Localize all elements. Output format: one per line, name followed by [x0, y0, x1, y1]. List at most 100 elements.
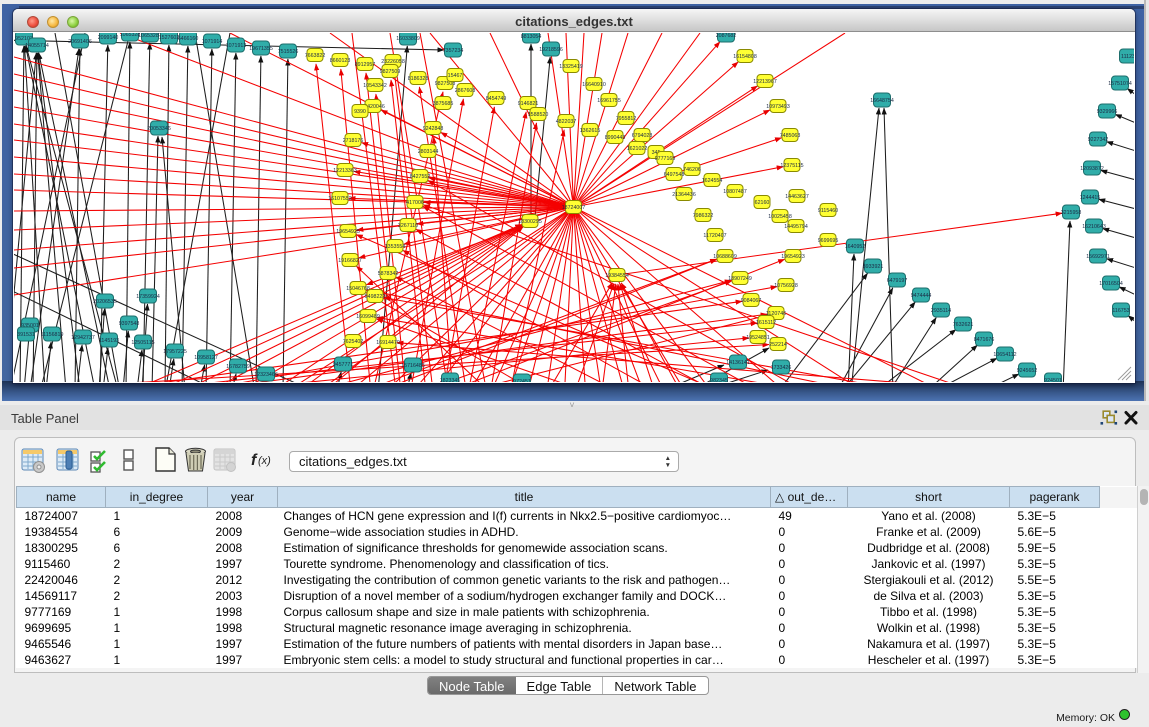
svg-text:16154808: 16154808 — [733, 54, 757, 60]
svg-text:16210643: 16210643 — [1082, 224, 1106, 230]
svg-text:7955812: 7955812 — [616, 116, 637, 122]
svg-text:16961755: 16961755 — [597, 98, 621, 104]
svg-text:6479197: 6479197 — [887, 278, 908, 284]
svg-text:f: f — [251, 452, 258, 469]
svg-text:7625402: 7625402 — [343, 339, 364, 345]
svg-text:9777169: 9777169 — [655, 156, 676, 162]
svg-text:972451: 972451 — [513, 379, 531, 382]
svg-text:15751074: 15751074 — [1108, 81, 1132, 87]
svg-text:1362615: 1362615 — [580, 128, 601, 134]
svg-text:10688609: 10688609 — [713, 254, 737, 260]
svg-text:8933921: 8933921 — [863, 264, 884, 270]
svg-text:417006: 417006 — [406, 200, 424, 206]
svg-text:9242848: 9242848 — [423, 126, 444, 132]
svg-text:16648754: 16648754 — [870, 98, 894, 104]
svg-text:1624554: 1624554 — [702, 178, 723, 184]
svg-text:12942737: 12942737 — [71, 335, 95, 341]
svg-text:6497548: 6497548 — [664, 172, 685, 178]
svg-text:924501: 924501 — [1044, 378, 1062, 382]
svg-text:9390: 9390 — [354, 109, 366, 115]
svg-text:18724007: 18724007 — [562, 205, 586, 211]
svg-text:12093872: 12093872 — [1080, 166, 1104, 172]
svg-text:18907249: 18907249 — [728, 276, 752, 282]
svg-text:116753: 116753 — [1112, 308, 1129, 314]
svg-text:1640952: 1640952 — [845, 244, 866, 250]
svg-text:9329966: 9329966 — [1097, 109, 1118, 115]
svg-text:12375115: 12375115 — [780, 163, 803, 169]
svg-text:8660123: 8660123 — [330, 58, 351, 64]
svg-text:19166827: 19166827 — [338, 258, 362, 264]
svg-text:8427552: 8427552 — [410, 174, 431, 180]
svg-text:16914479: 16914479 — [376, 340, 400, 346]
svg-text:62160: 62160 — [755, 200, 770, 206]
svg-text:21364436: 21364436 — [672, 192, 696, 198]
svg-text:7515526: 7515526 — [278, 49, 299, 55]
svg-text:9084067: 9084067 — [741, 298, 762, 304]
svg-text:746206: 746206 — [683, 167, 701, 173]
svg-text:15467: 15467 — [448, 73, 463, 79]
svg-text:17359924: 17359924 — [136, 294, 160, 300]
svg-text:14495794: 14495794 — [784, 224, 808, 230]
svg-text:1588520: 1588520 — [528, 112, 549, 118]
svg-text:16099489: 16099489 — [356, 314, 380, 320]
svg-text:9227342: 9227342 — [1088, 137, 1109, 143]
svg-text:12323466: 12323466 — [254, 372, 278, 378]
svg-text:11123: 11123 — [1121, 54, 1134, 60]
svg-text:5878342: 5878342 — [378, 271, 399, 277]
svg-text:7632621: 7632621 — [953, 322, 974, 328]
svg-text:1071914: 1071914 — [202, 39, 223, 45]
svg-text:20691406: 20691406 — [68, 39, 92, 45]
svg-text:16107552: 16107552 — [328, 196, 352, 202]
svg-text:9146821: 9146821 — [518, 101, 539, 107]
svg-text:14463627: 14463627 — [785, 194, 809, 200]
svg-text:8186328: 8186328 — [408, 76, 429, 82]
svg-text:8990443: 8990443 — [605, 135, 626, 141]
svg-text:11720407: 11720407 — [703, 233, 726, 239]
svg-text:15046768: 15046768 — [346, 286, 370, 292]
svg-text:16033809: 16033809 — [396, 36, 420, 42]
svg-text:10756928: 10756928 — [774, 283, 798, 289]
svg-text:13325419: 13325419 — [559, 64, 583, 70]
svg-text:2087682: 2087682 — [716, 33, 737, 39]
svg-text:1527602: 1527602 — [159, 35, 180, 41]
svg-text:6466160: 6466160 — [178, 36, 199, 42]
svg-text:10958127: 10958127 — [194, 355, 218, 361]
svg-text:3267110: 3267110 — [398, 223, 418, 229]
svg-text:1621022: 1621022 — [627, 146, 648, 152]
svg-text:982345: 982345 — [710, 378, 728, 382]
svg-text:19524851: 19524851 — [746, 335, 770, 341]
svg-text:(x): (x) — [258, 455, 271, 467]
svg-text:19671355: 19671355 — [249, 46, 273, 52]
svg-text:3875685: 3875685 — [433, 101, 454, 107]
svg-text:20206535: 20206535 — [93, 299, 117, 305]
svg-text:7663822: 7663822 — [305, 53, 326, 59]
svg-text:2718176: 2718176 — [343, 138, 364, 144]
svg-text:8454749: 8454749 — [486, 96, 507, 102]
svg-text:8912957: 8912957 — [355, 62, 376, 68]
svg-text:17957225: 17957225 — [163, 349, 187, 355]
svg-text:9397548: 9397548 — [119, 321, 140, 327]
svg-text:16640910: 16640910 — [582, 82, 606, 88]
svg-text:18300295: 18300295 — [518, 219, 542, 225]
svg-text:9827509: 9827509 — [380, 69, 401, 75]
svg-text:16782759: 16782759 — [226, 364, 250, 370]
svg-text:9245652: 9245652 — [1017, 368, 1038, 374]
svg-text:12213363: 12213363 — [333, 168, 357, 174]
svg-text:14055714: 14055714 — [25, 43, 49, 49]
svg-text:15716485: 15716485 — [401, 363, 425, 369]
svg-text:3215958: 3215958 — [1061, 210, 1082, 216]
svg-text:19654923: 19654923 — [781, 254, 805, 260]
svg-text:6794028: 6794028 — [632, 133, 653, 139]
svg-text:1615112: 1615112 — [756, 320, 776, 326]
svg-text:391531: 391531 — [17, 332, 35, 338]
svg-text:20053346: 20053346 — [147, 126, 171, 132]
svg-text:2803144: 2803144 — [418, 149, 439, 155]
svg-text:12213967: 12213967 — [753, 79, 777, 85]
svg-text:7986322: 7986322 — [693, 213, 714, 219]
svg-text:19654925: 19654925 — [336, 229, 360, 235]
svg-text:7357234: 7357234 — [443, 48, 464, 54]
svg-text:2099140: 2099140 — [98, 35, 119, 41]
svg-text:17016504: 17016504 — [1099, 281, 1123, 287]
svg-text:1071913: 1071913 — [226, 43, 247, 49]
svg-text:7485063: 7485063 — [780, 133, 801, 139]
